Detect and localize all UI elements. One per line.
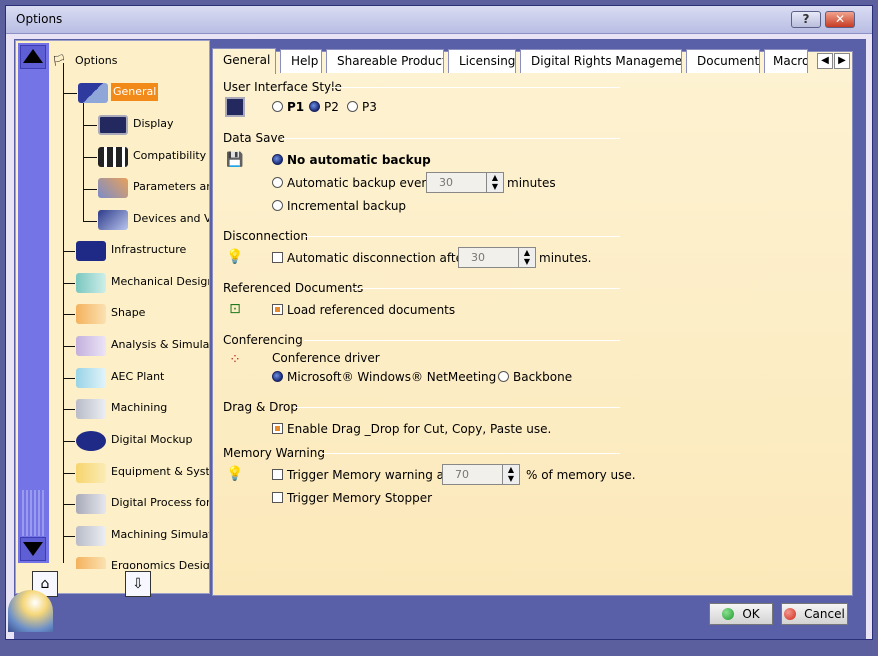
tree-item-machining[interactable]: Machining [76,399,169,419]
tree-item-aec-plant[interactable]: AEC Plant [76,368,166,388]
ok-icon [722,607,735,620]
tab-macro[interactable]: Macro [764,49,808,73]
close-button[interactable]: ✕ [825,11,855,28]
tab-licensing[interactable]: Licensing [448,49,516,73]
infrastructure-icon [76,241,106,261]
aec-plant-icon [76,368,106,388]
section-data-save-title: Data Save [223,131,285,145]
catia-logo-icon [8,590,53,632]
checkbox-load-referenced[interactable]: Load referenced documents [272,303,455,317]
digital-mockup-icon [76,431,106,451]
checkbox-trigger-memory-stopper[interactable]: Trigger Memory Stopper [272,491,432,505]
display-icon [98,115,128,135]
display-icon [225,97,245,117]
devices-icon [98,210,128,230]
equipment-icon [76,463,106,483]
tree-item-mechanical-design[interactable]: Mechanical Design [76,273,209,293]
section-conferencing-title: Conferencing [223,333,303,347]
mechanical-design-icon [76,273,106,293]
tab-help[interactable]: Help [280,49,322,73]
ok-button[interactable]: OK [709,603,773,625]
radio-p2[interactable]: P2 [309,100,339,114]
cancel-button[interactable]: Cancel [781,603,848,625]
arrow-down-icon [23,542,43,556]
tree-item-compatibility[interactable]: Compatibility [98,147,208,167]
radio-p1[interactable]: P1 [272,100,304,114]
help-button[interactable]: ? [791,11,821,28]
disconnection-minutes-stepper[interactable]: ▲▼ [458,247,536,268]
stepper-arrows-icon[interactable]: ▲ ▼ [518,248,535,267]
conference-driver-label: Conference driver [272,351,380,365]
tree-item-parameters[interactable]: Parameters and [98,178,209,198]
tree-item-infrastructure[interactable]: Infrastructure [76,241,188,261]
tree-item-equipment[interactable]: Equipment & System [76,463,209,483]
conference-network-icon: ⁘ [229,352,241,368]
parameters-icon [98,178,128,198]
section-drag-drop-title: Drag & Drop [223,400,298,414]
section-memory-warning-title: Memory Warning [223,446,325,460]
window-title: Options [16,12,63,26]
radio-automatic-backup[interactable]: Automatic backup every [272,176,433,190]
radio-netmeeting[interactable]: Microsoft® Windows® NetMeeting® [272,370,508,384]
dialog-body: 🏳 Options General Display Compatibility P… [14,39,866,639]
machining-icon [76,399,106,419]
scroll-thumb[interactable] [20,490,46,536]
arrow-up-icon [23,49,43,63]
title-bar[interactable]: Options ? ✕ [6,6,872,34]
checkbox-trigger-memory-warning[interactable]: Trigger Memory warning at [272,468,449,482]
memory-percent-unit: % of memory use. [526,468,636,482]
stepper-arrows-icon[interactable]: ▲ ▼ [486,173,503,192]
backup-minutes-stepper[interactable]: ▲▼ [426,172,504,193]
tab-document[interactable]: Document [686,49,760,73]
tab-shareable-products[interactable]: Shareable Products [326,49,444,73]
compatibility-icon [98,147,128,167]
tab-general[interactable]: General [212,48,276,74]
section-disconnection-title: Disconnection [223,229,308,243]
machining-sim-icon [76,526,106,546]
tree-item-analysis[interactable]: Analysis & Simulatio [76,336,209,356]
tree-item-display[interactable]: Display [98,115,176,135]
checkbox-enable-drag-drop[interactable]: Enable Drag _Drop for Cut, Copy, Paste u… [272,422,551,436]
cancel-icon [784,607,797,620]
section-referenced-docs-title: Referenced Documents [223,281,364,295]
options-tree: 🏳 Options General Display Compatibility P… [15,40,210,594]
ergonomics-icon [76,557,106,569]
lightbulb-icon: 💡 [226,249,244,265]
referenced-docs-icon: ⊡ [229,301,241,317]
tree-scrollbar[interactable] [18,43,49,563]
tree-item-ergonomics[interactable]: Ergonomics Design . [76,557,209,569]
radio-p3[interactable]: P3 [347,100,377,114]
disconnection-unit: minutes. [539,251,592,265]
tab-digital-rights-management[interactable]: Digital Rights Management [520,49,682,73]
tree-root-options[interactable]: 🏳 Options [52,52,119,72]
tree-item-general[interactable]: General [78,83,159,103]
section-ui-style-title: User Interface Style [223,80,342,94]
backup-minutes-unit: minutes [507,176,556,190]
memory-percent-stepper[interactable]: ▲▼ [442,464,520,485]
tree-item-digital-process[interactable]: Digital Process for M [76,494,209,514]
tree-item-devices[interactable]: Devices and Virt [98,210,209,230]
options-dialog: Options ? ✕ 🏳 Options General Display Co… [5,5,873,640]
export-settings-icon[interactable]: ⇩ [125,571,151,597]
radio-no-automatic-backup[interactable]: No automatic backup [272,153,431,167]
checkbox-auto-disconnection[interactable]: Automatic disconnection after [272,251,468,265]
tab-scroll-right-icon[interactable]: ▶ [834,53,850,69]
analysis-icon [76,336,106,356]
general-icon [78,83,108,103]
radio-incremental-backup[interactable]: Incremental backup [272,199,406,213]
stepper-arrows-icon[interactable]: ▲ ▼ [502,465,519,484]
options-root-icon: 🏳 [52,54,66,67]
tree-item-machining-sim[interactable]: Machining Simulatic [76,526,209,546]
shape-icon [76,304,106,324]
tab-scroll-left-icon[interactable]: ◀ [817,53,833,69]
radio-backbone[interactable]: Backbone [498,370,572,384]
digital-process-icon [76,494,106,514]
lightbulb-icon: 💡 [226,466,244,482]
scroll-down-button[interactable] [20,537,46,561]
floppy-disk-icon: 💾 [226,152,244,168]
general-tab-panel [212,51,853,596]
scroll-up-button[interactable] [20,45,46,69]
tree-item-shape[interactable]: Shape [76,304,147,324]
tree-item-digital-mockup[interactable]: Digital Mockup [76,431,194,451]
